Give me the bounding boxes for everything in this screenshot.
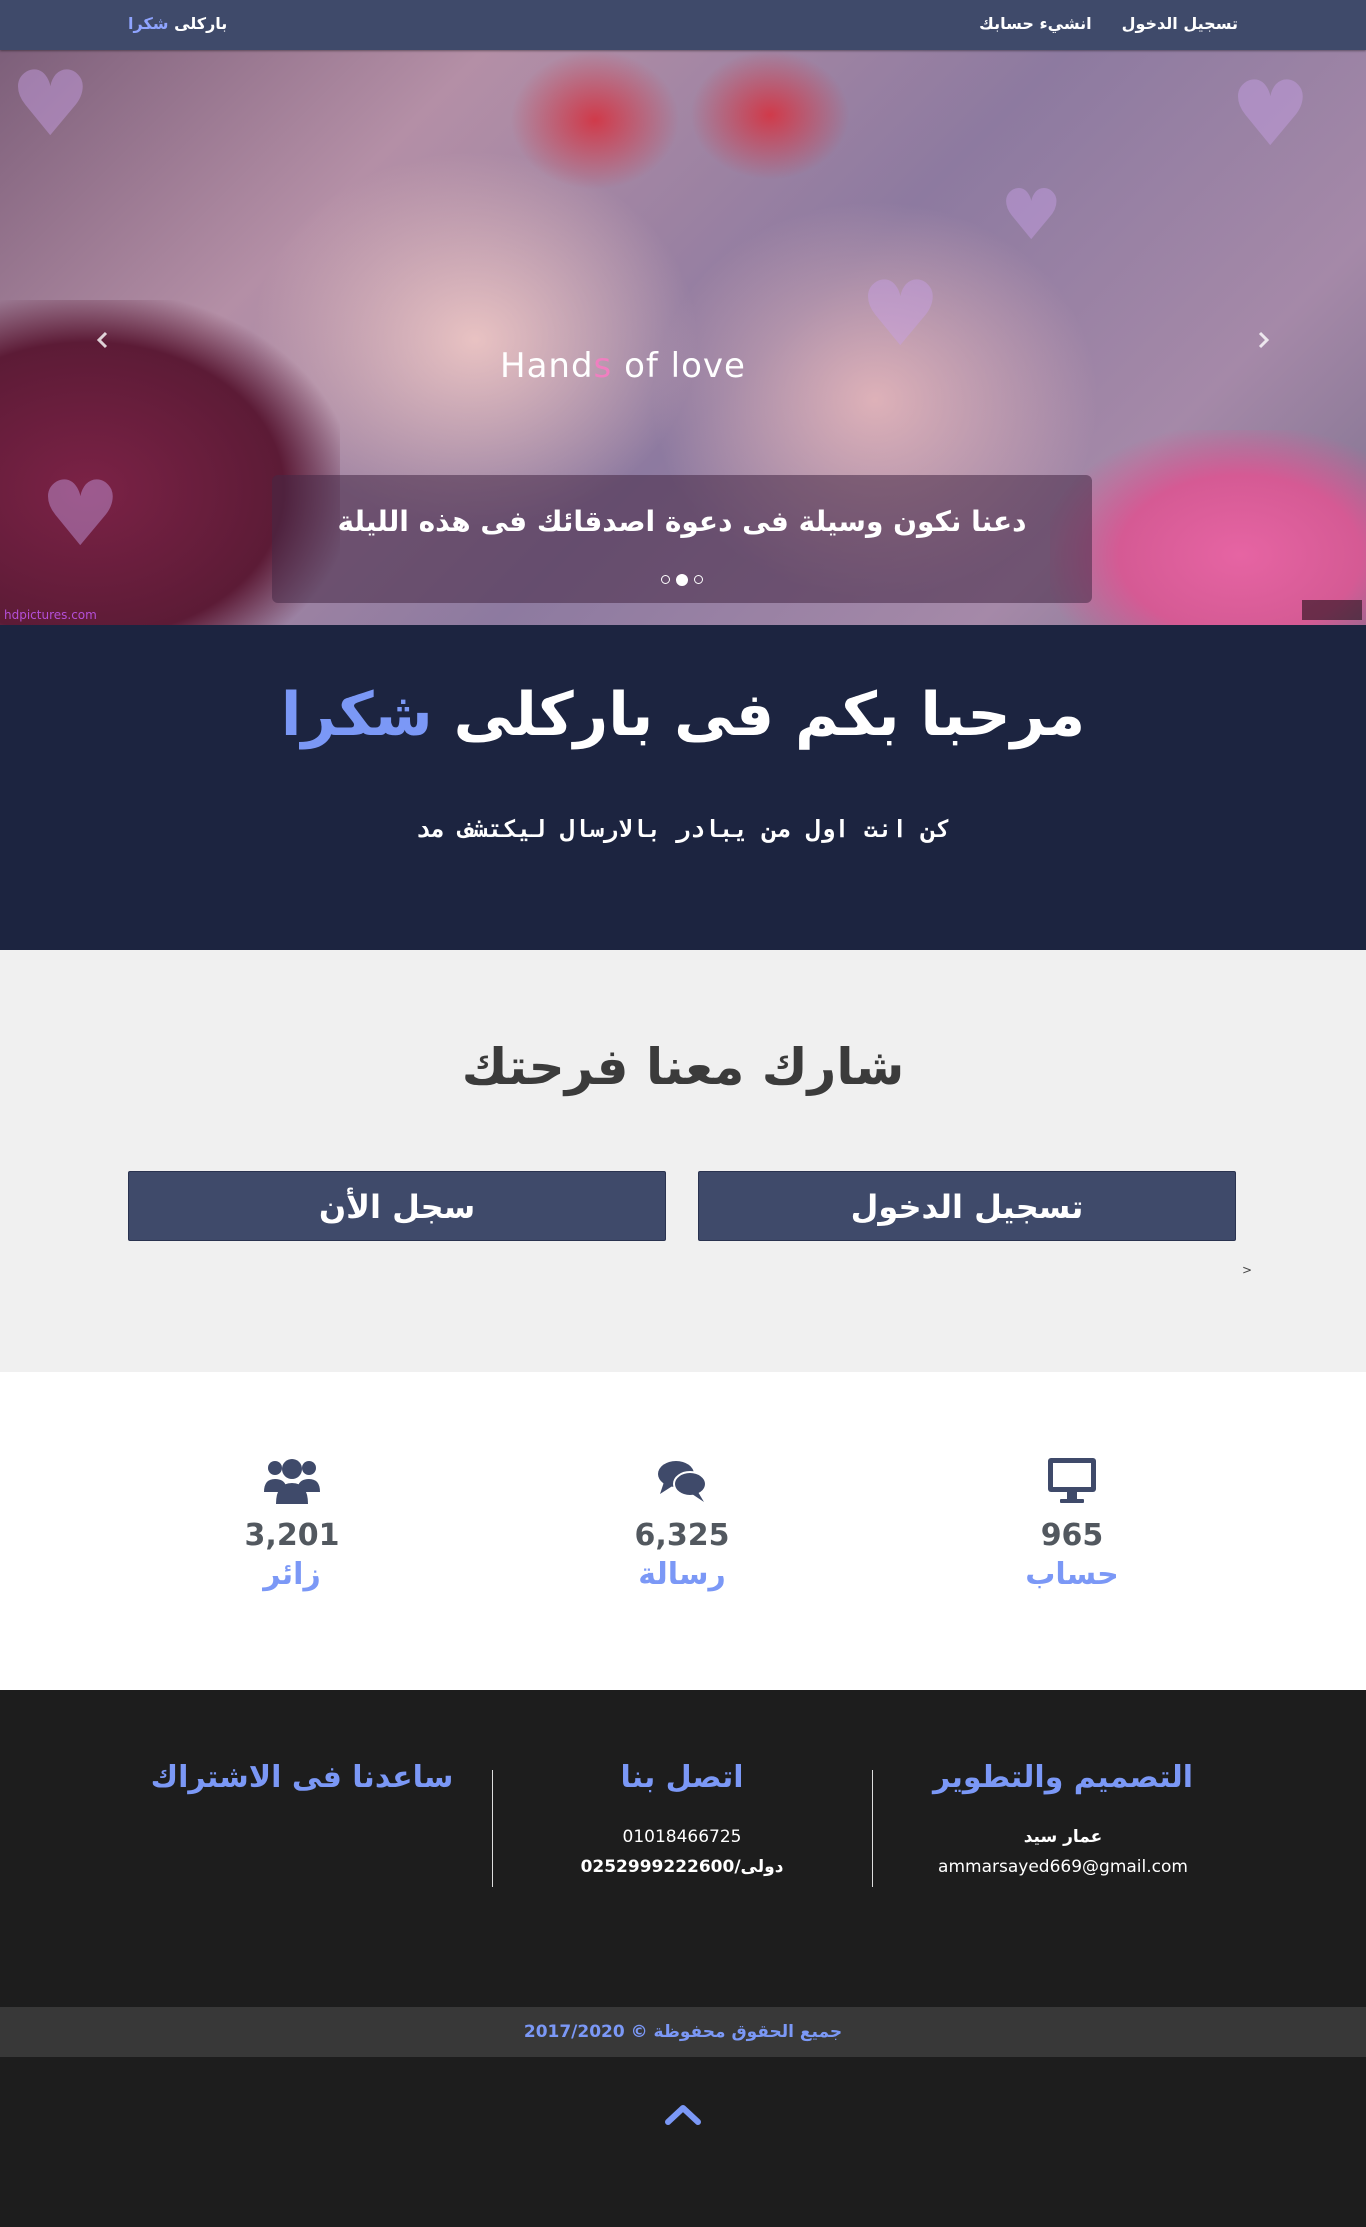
stat-number: 3,201 — [244, 1518, 340, 1553]
top-navbar: باركلى شكرا تسجيل الدخول انشيء حسابك — [0, 0, 1366, 50]
users-icon — [172, 1452, 412, 1508]
heart-icon: ♥ — [40, 462, 121, 567]
footer-subscribe-column: ساعدنا فى الاشتراك — [112, 1760, 492, 1795]
image-credit-badge — [1302, 600, 1362, 620]
brand-accent: شكرا — [128, 14, 169, 33]
monitor-icon — [952, 1452, 1192, 1508]
hero-image-text-part: of love — [612, 346, 746, 386]
welcome-title: مرحبا بكم فى باركلى شكرا — [0, 680, 1366, 750]
developer-name: عمار سيد — [1023, 1827, 1103, 1847]
carousel-indicators — [272, 574, 1092, 586]
heart-icon: ♥ — [860, 262, 941, 367]
stat-label: حساب — [1025, 1557, 1119, 1592]
developer-email[interactable]: ammarsayed669@gmail.com — [873, 1857, 1253, 1877]
footer-design-heading: التصميم والتطوير — [932, 1760, 1194, 1795]
stat-messages: 6,325 رسالة — [562, 1452, 802, 1592]
heart-icon: ♥ — [1000, 174, 1063, 256]
footer-design-column: التصميم والتطوير عمار سيد ammarsayed669@… — [873, 1760, 1253, 1877]
brand-logo[interactable]: باركلى شكرا — [128, 14, 227, 33]
stat-label: زائر — [263, 1557, 321, 1592]
welcome-title-main: مرحبا بكم فى باركلى — [453, 680, 1086, 750]
image-credit: hdpictures.com — [4, 608, 97, 622]
welcome-section: مرحبا بكم فى باركلى شكرا كن انت اول من ي… — [0, 625, 1366, 950]
heart-icon: ♥ — [1230, 62, 1311, 167]
nav-links: تسجيل الدخول انشيء حسابك — [979, 14, 1238, 33]
contact-phone-local: 01018466725 — [622, 1827, 742, 1847]
welcome-subtitle: كن انت اول من يبادر بالارسال ليكتشف مد — [415, 815, 951, 843]
stat-number: 965 — [1040, 1518, 1104, 1553]
caret-text: > — [1242, 1263, 1253, 1277]
welcome-title-accent: شكرا — [280, 680, 433, 750]
carousel-prev-button[interactable] — [95, 330, 109, 356]
carousel-indicator-1[interactable] — [661, 575, 670, 584]
stat-number: 6,325 — [634, 1518, 730, 1553]
hero-photo-sleeve — [1050, 430, 1366, 625]
chevron-up-icon — [665, 2105, 701, 2125]
contact-phone-intl: دولى/0252999222600 — [580, 1857, 784, 1877]
nav-register-link[interactable]: انشيء حسابك — [979, 14, 1091, 33]
login-button[interactable]: تسجيل الدخول — [698, 1171, 1236, 1241]
carousel-caption-text: دعنا نكون وسيلة فى دعوة اصدقائك فى هذه ا… — [337, 505, 1027, 538]
stat-accounts: 965 حساب — [952, 1452, 1192, 1592]
hero-photo-shoe — [690, 50, 850, 180]
carousel-next-button[interactable] — [1257, 330, 1271, 356]
hero-photo-shoe — [510, 50, 680, 190]
footer-subscribe-heading: ساعدنا فى الاشتراك — [150, 1760, 454, 1795]
nav-login-link[interactable]: تسجيل الدخول — [1122, 14, 1238, 33]
page-footer: التصميم والتطوير عمار سيد ammarsayed669@… — [0, 1690, 1366, 2227]
share-section: شارك معنا فرحتك تسجيل الدخول سجل الأن > — [0, 950, 1366, 1372]
hero-carousel: ♥ ♥ ♥ ♥ ♥ Hands of love دعنا نكون وسيلة … — [0, 50, 1366, 625]
share-title: شارك معنا فرحتك — [461, 1038, 905, 1096]
back-to-top-button[interactable] — [664, 2100, 702, 2128]
carousel-caption: دعنا نكون وسيلة فى دعوة اصدقائك فى هذه ا… — [272, 475, 1092, 603]
register-button[interactable]: سجل الأن — [128, 1171, 666, 1241]
stat-visitors: 3,201 زائر — [172, 1452, 412, 1592]
footer-divider — [492, 1770, 493, 1887]
carousel-indicator-3[interactable] — [694, 575, 703, 584]
brand-name: باركلى — [174, 14, 228, 33]
footer-contact-column: اتصل بنا 01018466725 دولى/0252999222600 — [492, 1760, 872, 1877]
stats-section: 965 حساب 6,325 رسالة 3,201 زائر — [0, 1372, 1366, 1690]
heart-icon: ♥ — [10, 52, 91, 157]
chevron-right-icon — [1258, 331, 1270, 349]
footer-divider — [872, 1770, 873, 1887]
footer-contact-heading: اتصل بنا — [620, 1760, 744, 1795]
carousel-indicator-2[interactable] — [676, 574, 688, 586]
hero-image-text-part: Hand — [500, 346, 594, 386]
chat-icon — [562, 1452, 802, 1508]
stat-label: رسالة — [638, 1557, 726, 1592]
hero-image-text-part: s — [593, 346, 613, 386]
copyright-bar: جميع الحقوق محفوظة © 2017/2020 — [0, 2007, 1366, 2057]
chevron-left-icon — [96, 331, 108, 349]
hero-image-text: Hands of love — [500, 346, 746, 386]
